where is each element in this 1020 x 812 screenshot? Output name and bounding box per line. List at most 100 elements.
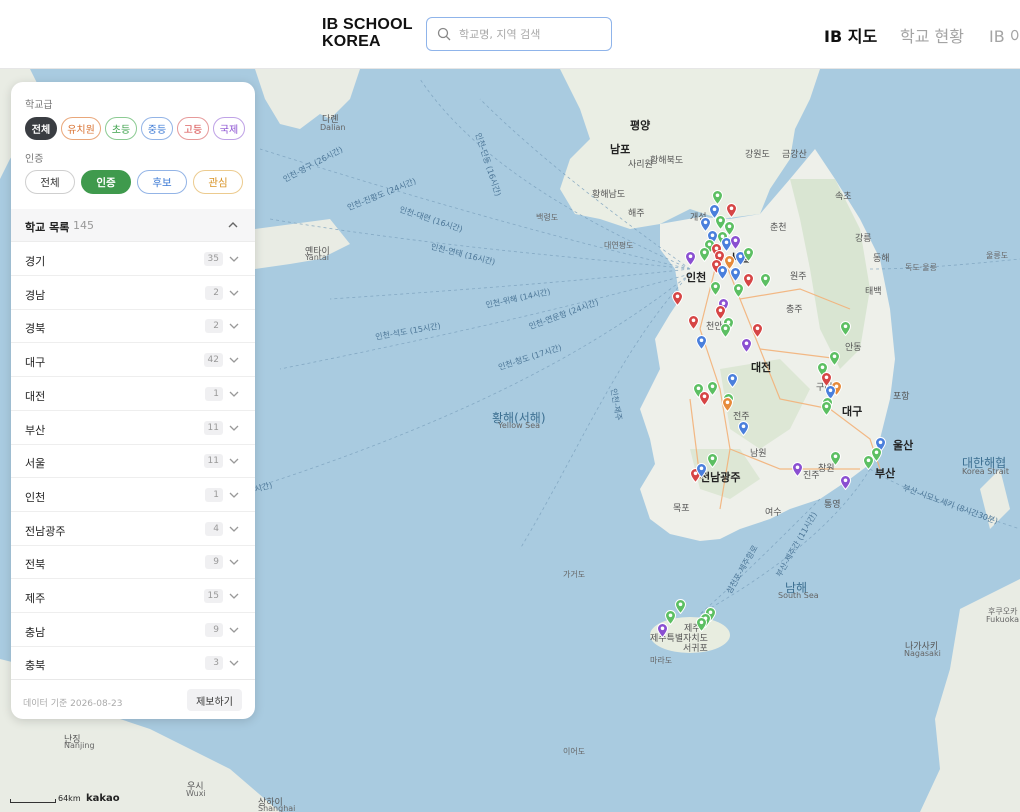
region-row[interactable]: 경남 2 [11, 276, 255, 310]
school-pin-icon[interactable] [730, 267, 741, 282]
region-row[interactable]: 인천 1 [11, 478, 255, 512]
school-pin-icon[interactable] [688, 315, 699, 330]
site-logo[interactable]: IB SCHOOL KOREA [322, 16, 413, 50]
nav-ib-info[interactable]: IB 이 [989, 23, 1020, 47]
school-pin-icon[interactable] [699, 247, 710, 262]
nav-school-status[interactable]: 학교 현황 [900, 23, 964, 47]
school-pin-icon[interactable] [733, 283, 744, 298]
school-pin-icon[interactable] [685, 251, 696, 266]
chip-level-kindergarten[interactable]: 유치원 [61, 117, 101, 140]
school-pin-icon[interactable] [792, 462, 803, 477]
school-pin-icon[interactable] [760, 273, 771, 288]
nav-ib-map[interactable]: IB 지도 [824, 23, 877, 47]
place-label: 안동 [845, 343, 862, 353]
school-pin-icon[interactable] [726, 203, 737, 218]
region-count-badge: 1 [205, 386, 223, 401]
school-pin-icon[interactable] [707, 453, 718, 468]
region-name: 부산 [25, 423, 46, 437]
school-pin-icon[interactable] [727, 373, 738, 388]
place-label: 통영 [824, 500, 841, 510]
region-name: 서울 [25, 457, 46, 471]
school-pin-icon[interactable] [696, 335, 707, 350]
place-label: Yellow Sea [498, 421, 541, 430]
chip-cert-candidate[interactable]: 후보 [137, 170, 187, 194]
place-label: 황해북도 [650, 156, 684, 166]
place-label: 해주 [628, 209, 645, 219]
school-pin-icon[interactable] [675, 599, 686, 614]
place-label: 남원 [750, 449, 767, 459]
school-pin-icon[interactable] [696, 617, 707, 632]
shandong-coast [255, 219, 350, 269]
report-button[interactable]: 제보하기 [187, 689, 242, 711]
school-list-count: 145 [73, 219, 94, 232]
place-label: 서귀포 [683, 644, 708, 654]
school-pin-icon[interactable] [657, 623, 668, 638]
school-pin-icon[interactable] [741, 338, 752, 353]
school-pin-icon[interactable] [829, 351, 840, 366]
school-list-header[interactable]: 학교 목록 145 [11, 209, 255, 242]
school-pin-icon[interactable] [710, 281, 721, 296]
place-label: 태백 [865, 287, 882, 297]
school-pin-icon[interactable] [696, 463, 707, 478]
school-pin-icon[interactable] [830, 451, 841, 466]
region-row[interactable]: 제주 15 [11, 579, 255, 613]
chip-cert-interest[interactable]: 관심 [193, 170, 243, 194]
school-pin-icon[interactable] [699, 391, 710, 406]
school-pin-icon[interactable] [672, 291, 683, 306]
region-row[interactable]: 서울 11 [11, 444, 255, 479]
chip-level-elementary[interactable]: 초등 [105, 117, 137, 140]
place-label: Nanjing [64, 741, 95, 750]
chip-cert-all[interactable]: 전체 [25, 170, 75, 194]
place-label: Fukuoka [986, 615, 1019, 624]
region-row[interactable]: 대구 42 [11, 343, 255, 378]
region-row[interactable]: 전북 9 [11, 545, 255, 580]
school-pin-icon[interactable] [840, 475, 851, 490]
region-name: 전남광주 [25, 524, 66, 538]
school-pin-icon[interactable] [863, 455, 874, 470]
school-pin-icon[interactable] [722, 397, 733, 412]
region-row[interactable]: 부산 11 [11, 411, 255, 445]
school-pin-icon[interactable] [840, 321, 851, 336]
school-pin-icon[interactable] [821, 401, 832, 416]
place-label: 원주 [790, 272, 807, 282]
school-pin-icon[interactable] [712, 190, 723, 205]
region-count-badge: 1 [205, 487, 223, 502]
footer-divider [11, 679, 255, 680]
region-row[interactable]: 전남광주 4 [11, 512, 255, 546]
region-row[interactable]: 경기 35 [11, 242, 255, 276]
place-label: 가거도 [563, 570, 586, 579]
region-name: 경남 [25, 288, 46, 302]
chip-cert-certified[interactable]: 인증 [81, 170, 131, 194]
chip-level-high[interactable]: 고등 [177, 117, 209, 140]
region-row[interactable]: 경북 2 [11, 309, 255, 344]
place-label: 강원도 [745, 150, 770, 160]
school-pin-icon[interactable] [743, 273, 754, 288]
school-pin-icon[interactable] [743, 247, 754, 262]
place-label: 강릉 [855, 234, 872, 244]
chevron-down-icon [229, 391, 239, 397]
logo-line-1: IB SCHOOL [322, 16, 413, 33]
region-name: 인천 [25, 490, 46, 504]
place-label: 동해 [873, 254, 890, 264]
search-box[interactable] [426, 17, 612, 51]
search-input[interactable] [459, 24, 607, 44]
place-label: 부산 [875, 467, 896, 480]
chevron-down-icon [229, 526, 239, 532]
region-row[interactable]: 대전 1 [11, 377, 255, 411]
region-count-badge: 42 [203, 353, 223, 368]
region-count-badge: 9 [205, 622, 223, 637]
region-row[interactable]: 충북 3 [11, 646, 255, 681]
school-pin-icon[interactable] [717, 265, 728, 280]
chip-level-middle[interactable]: 중등 [141, 117, 173, 140]
school-pin-icon[interactable] [738, 421, 749, 436]
region-row[interactable]: 충남 9 [11, 613, 255, 647]
school-pin-icon[interactable] [752, 323, 763, 338]
school-pin-icon[interactable] [730, 235, 741, 250]
scale-bar [10, 799, 56, 803]
school-pin-icon[interactable] [720, 323, 731, 338]
cert-chips: 전체 인증 후보 관심 [25, 170, 243, 194]
chevron-down-icon [229, 425, 239, 431]
chevron-down-icon [229, 357, 239, 364]
chip-level-all[interactable]: 전체 [25, 117, 57, 140]
chip-level-international[interactable]: 국제 [213, 117, 245, 140]
